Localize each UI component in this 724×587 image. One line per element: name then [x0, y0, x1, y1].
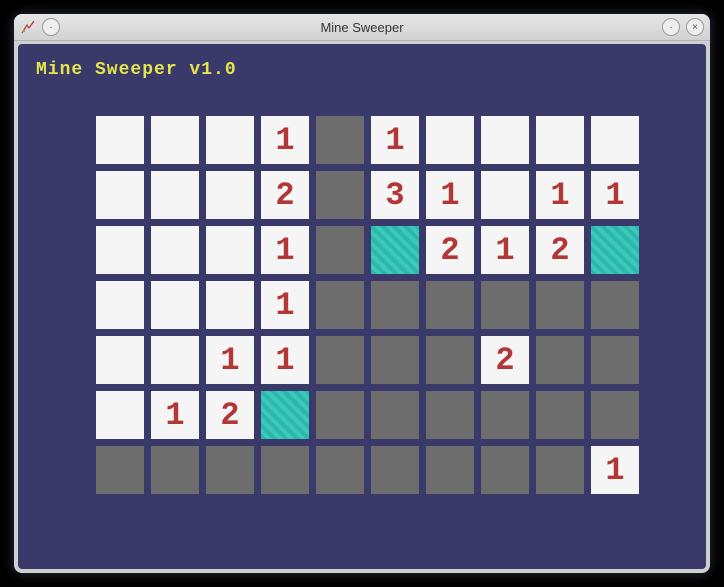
cell-2-9[interactable] — [591, 226, 639, 274]
cell-2-0[interactable] — [96, 226, 144, 274]
cell-0-6[interactable] — [426, 116, 474, 164]
cell-1-0[interactable] — [96, 171, 144, 219]
cell-6-9[interactable]: 1 — [591, 446, 639, 494]
cell-5-0[interactable] — [96, 391, 144, 439]
game-board: 112311112121112121 — [96, 116, 639, 494]
cell-4-8[interactable] — [536, 336, 584, 384]
cell-0-4[interactable] — [316, 116, 364, 164]
cell-1-9[interactable]: 1 — [591, 171, 639, 219]
cell-0-5[interactable]: 1 — [371, 116, 419, 164]
close-button[interactable]: × — [686, 18, 704, 36]
minimize-button[interactable]: · — [662, 18, 680, 36]
cell-4-4[interactable] — [316, 336, 364, 384]
cell-2-3[interactable]: 1 — [261, 226, 309, 274]
cell-3-2[interactable] — [206, 281, 254, 329]
cell-4-2[interactable]: 1 — [206, 336, 254, 384]
game-heading: Mine Sweeper v1.0 — [36, 60, 237, 80]
cell-6-8[interactable] — [536, 446, 584, 494]
cell-3-3[interactable]: 1 — [261, 281, 309, 329]
cell-0-0[interactable] — [96, 116, 144, 164]
cell-3-8[interactable] — [536, 281, 584, 329]
cell-4-6[interactable] — [426, 336, 474, 384]
cell-1-4[interactable] — [316, 171, 364, 219]
cell-0-1[interactable] — [151, 116, 199, 164]
window-title: Mine Sweeper — [14, 20, 710, 35]
cell-1-7[interactable] — [481, 171, 529, 219]
cell-2-6[interactable]: 2 — [426, 226, 474, 274]
cell-0-9[interactable] — [591, 116, 639, 164]
cell-0-7[interactable] — [481, 116, 529, 164]
cell-2-2[interactable] — [206, 226, 254, 274]
cell-6-7[interactable] — [481, 446, 529, 494]
cell-4-3[interactable]: 1 — [261, 336, 309, 384]
cell-4-5[interactable] — [371, 336, 419, 384]
cell-5-8[interactable] — [536, 391, 584, 439]
cell-3-4[interactable] — [316, 281, 364, 329]
cell-1-2[interactable] — [206, 171, 254, 219]
cell-6-0[interactable] — [96, 446, 144, 494]
cell-4-0[interactable] — [96, 336, 144, 384]
window-frame: · Mine Sweeper · × Mine Sweeper v1.0 112… — [14, 14, 710, 573]
cell-3-7[interactable] — [481, 281, 529, 329]
cell-4-1[interactable] — [151, 336, 199, 384]
cell-1-8[interactable]: 1 — [536, 171, 584, 219]
cell-1-6[interactable]: 1 — [426, 171, 474, 219]
titlebar[interactable]: · Mine Sweeper · × — [14, 14, 710, 41]
cell-6-3[interactable] — [261, 446, 309, 494]
cell-2-8[interactable]: 2 — [536, 226, 584, 274]
cell-2-4[interactable] — [316, 226, 364, 274]
cell-6-1[interactable] — [151, 446, 199, 494]
cell-2-5[interactable] — [371, 226, 419, 274]
cell-1-3[interactable]: 2 — [261, 171, 309, 219]
cell-4-9[interactable] — [591, 336, 639, 384]
cell-3-6[interactable] — [426, 281, 474, 329]
cell-0-8[interactable] — [536, 116, 584, 164]
game-client: Mine Sweeper v1.0 112311112121112121 — [18, 44, 706, 569]
cell-5-7[interactable] — [481, 391, 529, 439]
cell-0-2[interactable] — [206, 116, 254, 164]
cell-6-5[interactable] — [371, 446, 419, 494]
cell-0-3[interactable]: 1 — [261, 116, 309, 164]
cell-5-6[interactable] — [426, 391, 474, 439]
cell-6-2[interactable] — [206, 446, 254, 494]
cell-6-4[interactable] — [316, 446, 364, 494]
cell-5-3[interactable] — [261, 391, 309, 439]
cell-6-6[interactable] — [426, 446, 474, 494]
cell-5-1[interactable]: 1 — [151, 391, 199, 439]
cell-5-9[interactable] — [591, 391, 639, 439]
cell-3-0[interactable] — [96, 281, 144, 329]
cell-4-7[interactable]: 2 — [481, 336, 529, 384]
cell-3-9[interactable] — [591, 281, 639, 329]
cell-5-2[interactable]: 2 — [206, 391, 254, 439]
cell-1-5[interactable]: 3 — [371, 171, 419, 219]
cell-2-7[interactable]: 1 — [481, 226, 529, 274]
cell-3-5[interactable] — [371, 281, 419, 329]
cell-5-5[interactable] — [371, 391, 419, 439]
cell-1-1[interactable] — [151, 171, 199, 219]
cell-2-1[interactable] — [151, 226, 199, 274]
cell-5-4[interactable] — [316, 391, 364, 439]
cell-3-1[interactable] — [151, 281, 199, 329]
